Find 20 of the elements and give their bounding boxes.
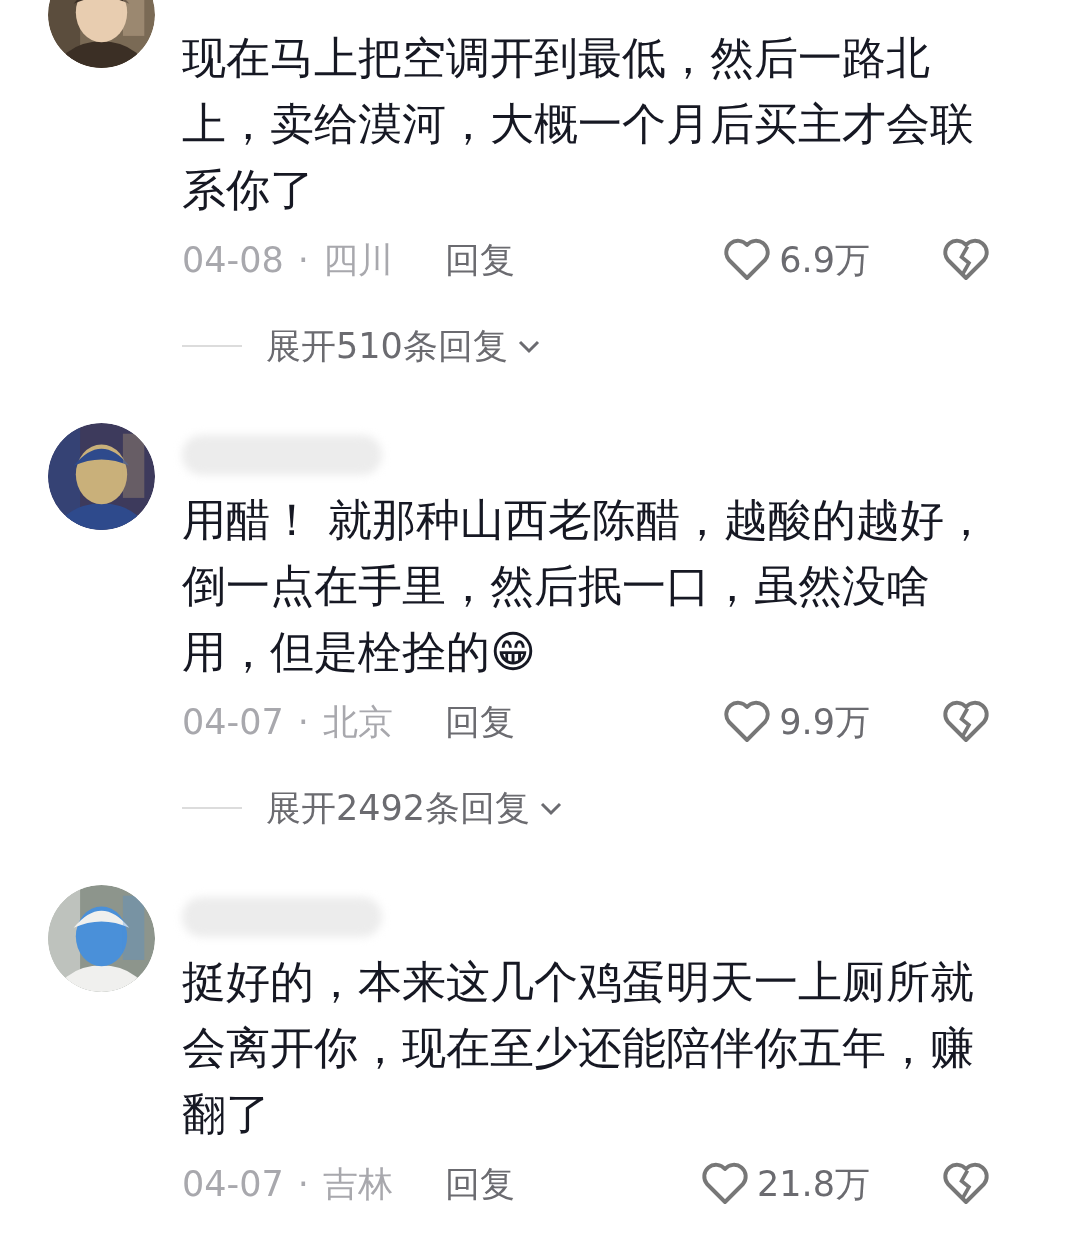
comment-date: 04-07 [182, 1164, 284, 1204]
separator-dot: · [297, 240, 309, 280]
comment-location: 四川 [322, 238, 393, 282]
separator-dot: · [297, 1164, 309, 1204]
separator-dot: · [297, 702, 309, 742]
comment-text: 挺好的，本来这几个鸡蛋明天一上厕所就会离开你，现在至少还能陪伴你五年，赚翻了 [182, 955, 975, 1141]
comment-date: 04-08 [182, 240, 284, 280]
comment-date: 04-07 [182, 702, 284, 742]
like-count: 6.9万 [779, 238, 870, 282]
comment-text: 现在马上把空调开到最低，然后一路北上，卖给漠河，大概一个月后买主才会联系你了 [182, 31, 975, 217]
comment-location: 吉林 [322, 1162, 393, 1206]
comment-text: 用醋！ 就那种山西老陈醋，越酸的越好，倒一点在手里，然后抿一口，虽然没啥用，但是栓拴的😁 [182, 493, 989, 679]
like-count: 9.9万 [779, 700, 870, 744]
comment-location: 北京 [322, 700, 393, 744]
like-count: 21.8万 [757, 1162, 870, 1206]
reply-link[interactable]: 回复 [444, 1160, 515, 1208]
reply-link[interactable]: 回复 [444, 698, 515, 746]
reply-link[interactable]: 回复 [444, 236, 515, 284]
expand-replies-button[interactable]: 展开510条回复 [266, 322, 544, 370]
expand-replies-button[interactable]: 展开2492条回复 [266, 784, 567, 832]
